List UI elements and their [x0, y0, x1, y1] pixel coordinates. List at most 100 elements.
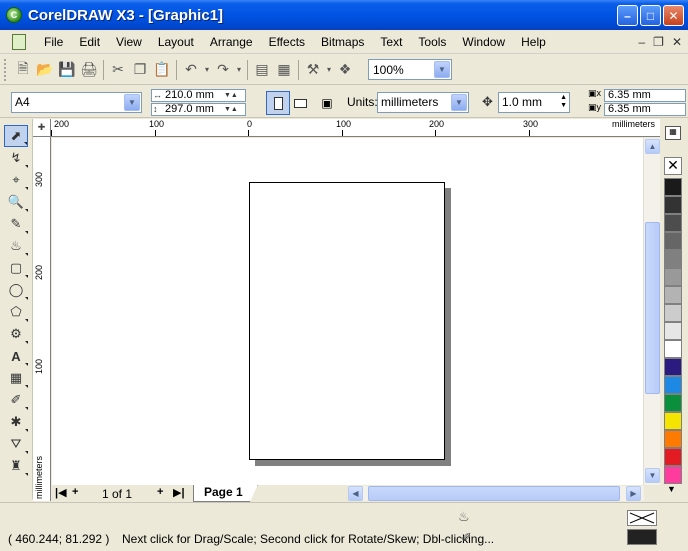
menu-layout[interactable]: Layout [150, 35, 202, 49]
menu-effects[interactable]: Effects [261, 35, 313, 49]
polygon-tool-icon[interactable]: ⬠ [4, 301, 28, 323]
text-tool-icon[interactable]: A [4, 345, 28, 367]
menu-bitmaps[interactable]: Bitmaps [313, 35, 372, 49]
page-layout-icon[interactable]: ▣ [315, 91, 339, 115]
zoom-levels-select[interactable]: 100% ▼ [368, 59, 452, 80]
new-icon[interactable]: 🗎 [12, 59, 34, 81]
first-page-button[interactable]: |◀ [55, 486, 67, 499]
color-swatch[interactable] [664, 178, 682, 196]
color-swatch[interactable] [664, 250, 682, 268]
menu-tools[interactable]: Tools [410, 35, 454, 49]
color-swatch[interactable] [664, 466, 682, 484]
menu-edit[interactable]: Edit [71, 35, 108, 49]
fill-tool-icon[interactable]: ⛛ [4, 433, 28, 455]
toolbar-grip[interactable] [4, 58, 8, 81]
color-swatch[interactable] [664, 268, 682, 286]
color-swatch[interactable] [664, 322, 682, 340]
color-swatch[interactable] [664, 430, 682, 448]
vertical-ruler[interactable]: 300 200 100 millimeters [33, 137, 51, 501]
drawing-page[interactable] [249, 182, 445, 460]
drawing-window[interactable] [52, 138, 643, 485]
redo-dropdown-icon[interactable]: ▾ [234, 59, 244, 81]
smart-fill-tool-icon[interactable]: ♨ [4, 235, 28, 257]
menu-help[interactable]: Help [513, 35, 554, 49]
crop-tool-icon[interactable]: ⌖ [4, 169, 28, 191]
vertical-scrollbar[interactable]: ▲ ▼ [643, 138, 660, 485]
width-spinner[interactable]: ▼▲ [224, 90, 244, 101]
paste-icon[interactable]: 📋 [151, 59, 173, 81]
close-button[interactable]: ✕ [663, 5, 684, 26]
chevron-down-icon[interactable]: ▼ [434, 61, 450, 78]
palette-menu-icon[interactable]: ▦ [665, 126, 681, 140]
ellipse-tool-icon[interactable]: ◯ [4, 279, 28, 301]
scroll-left-button[interactable]: ◀ [348, 486, 363, 501]
corel-online-icon[interactable]: ❖ [334, 59, 356, 81]
chevron-down-icon[interactable]: ▼ [451, 94, 467, 111]
add-page-after-button[interactable]: + [157, 486, 163, 498]
scroll-up-button[interactable]: ▲ [645, 139, 660, 154]
color-swatch[interactable] [664, 376, 682, 394]
cut-icon[interactable]: ✂ [107, 59, 129, 81]
page-tab[interactable]: Page 1 [193, 485, 258, 502]
portrait-button[interactable] [266, 91, 290, 115]
color-swatch[interactable] [664, 448, 682, 466]
interactive-fill-tool-icon[interactable]: ♜ [4, 455, 28, 477]
application-launcher-icon[interactable]: ⚒ [302, 59, 324, 81]
export-icon[interactable]: ▦ [273, 59, 295, 81]
color-swatch[interactable] [664, 232, 682, 250]
maximize-button[interactable]: □ [640, 5, 661, 26]
menu-window[interactable]: Window [454, 35, 513, 49]
open-icon[interactable]: 📂 [34, 59, 56, 81]
interactive-blend-tool-icon[interactable]: ▦ [4, 367, 28, 389]
shape-tool-icon[interactable]: ↯ [4, 147, 28, 169]
paper-height-field[interactable]: ↕ 297.0 mm ▼▲ [151, 103, 246, 116]
zoom-tool-icon[interactable]: 🔍 [4, 191, 28, 213]
nudge-offset-field[interactable]: 1.0 mm ▲ ▼ [498, 92, 570, 113]
doc-close-button[interactable]: ✕ [672, 35, 682, 49]
basic-shapes-tool-icon[interactable]: ⚙ [4, 323, 28, 345]
horizontal-scroll-thumb[interactable] [368, 486, 620, 501]
color-swatch[interactable] [664, 214, 682, 232]
scroll-down-button[interactable]: ▼ [645, 468, 660, 483]
horizontal-ruler[interactable]: 200 100 0 100 200 300 millimeters [51, 119, 663, 137]
outline-pen-icon[interactable]: ✐ [461, 530, 472, 546]
document-icon[interactable] [12, 33, 26, 50]
redo-icon[interactable]: ↷ [212, 59, 234, 81]
print-icon[interactable]: 🖨 [78, 59, 100, 81]
minimize-button[interactable]: – [617, 5, 638, 26]
paper-width-field[interactable]: ↔ 210.0 mm ▼▲ [151, 89, 246, 102]
launcher-dropdown-icon[interactable]: ▾ [324, 59, 334, 81]
color-swatch[interactable] [664, 286, 682, 304]
copy-icon[interactable]: ❐ [129, 59, 151, 81]
undo-dropdown-icon[interactable]: ▾ [202, 59, 212, 81]
duplicate-x-field[interactable]: 6.35 mm [604, 89, 686, 102]
color-swatch[interactable] [664, 304, 682, 322]
menu-text[interactable]: Text [372, 35, 410, 49]
fill-bucket-icon[interactable]: ♨ [458, 509, 470, 525]
eyedropper-tool-icon[interactable]: ✐ [4, 389, 28, 411]
paper-type-select[interactable]: A4 ▼ [11, 92, 142, 113]
color-swatch[interactable] [664, 358, 682, 376]
pick-tool-icon[interactable]: ⬈ [4, 125, 28, 147]
horizontal-scrollbar[interactable]: ◀ ▶ [348, 486, 644, 501]
color-swatch[interactable] [664, 196, 682, 214]
doc-restore-button[interactable]: ❐ [653, 35, 664, 49]
menu-arrange[interactable]: Arrange [202, 35, 261, 49]
palette-scroll-down-icon[interactable]: ▼ [667, 484, 676, 494]
units-select[interactable]: millimeters ▼ [377, 92, 469, 113]
outline-tool-icon[interactable]: ✱ [4, 411, 28, 433]
menu-view[interactable]: View [108, 35, 150, 49]
rectangle-tool-icon[interactable]: ▢ [4, 257, 28, 279]
height-spinner[interactable]: ▼▲ [224, 104, 244, 115]
import-icon[interactable]: ▤ [251, 59, 273, 81]
no-color-swatch[interactable]: ✕ [664, 157, 682, 175]
freehand-tool-icon[interactable]: ✎ [4, 213, 28, 235]
outline-color-indicator[interactable] [627, 529, 657, 545]
coreldraw-icon[interactable]: C [6, 7, 22, 23]
landscape-button[interactable] [288, 91, 312, 115]
fill-color-indicator[interactable] [627, 510, 657, 526]
save-icon[interactable]: 💾 [56, 59, 78, 81]
add-page-before-button[interactable]: + [72, 486, 78, 498]
undo-icon[interactable]: ↶ [180, 59, 202, 81]
doc-minimize-button[interactable]: – [638, 35, 645, 49]
